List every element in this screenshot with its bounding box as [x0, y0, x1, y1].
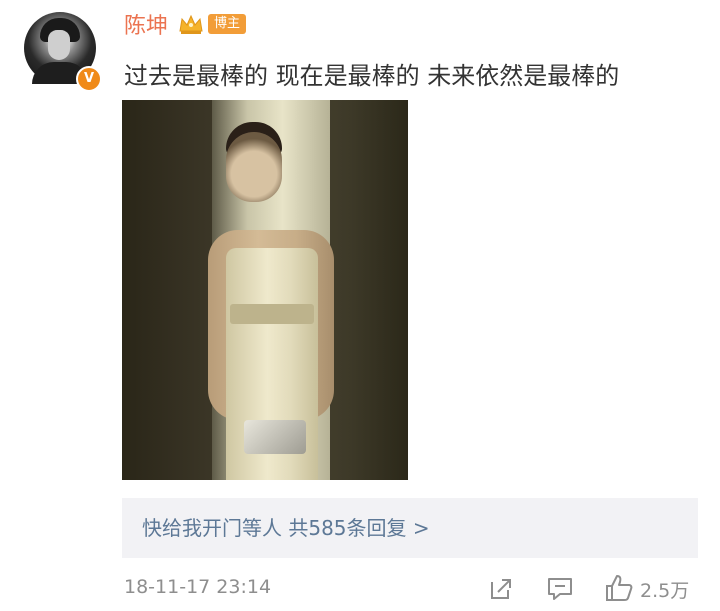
- photo-clutch: [244, 420, 306, 454]
- post-timestamp: 18-11-17 23:14: [124, 576, 272, 598]
- crown-icon: [179, 14, 203, 34]
- like-icon[interactable]: [604, 573, 634, 603]
- comment-icon[interactable]: [546, 576, 574, 602]
- photo-belt: [230, 304, 314, 324]
- verified-badge: V: [76, 66, 102, 92]
- post-text: 过去是最棒的 现在是最棒的 未来依然是最棒的: [124, 62, 620, 90]
- share-icon[interactable]: [488, 576, 514, 602]
- photo-head: [226, 132, 282, 202]
- replies-link[interactable]: 快给我开门等人 共585条回复 >: [142, 512, 430, 541]
- post-photo[interactable]: [122, 100, 408, 480]
- username[interactable]: 陈坤: [124, 8, 168, 40]
- like-count: 2.5万: [640, 580, 690, 602]
- avatar-face: [48, 30, 70, 60]
- blogger-badge: 博主: [208, 14, 247, 34]
- replies-box[interactable]: 快给我开门等人 共585条回复 >: [122, 498, 698, 558]
